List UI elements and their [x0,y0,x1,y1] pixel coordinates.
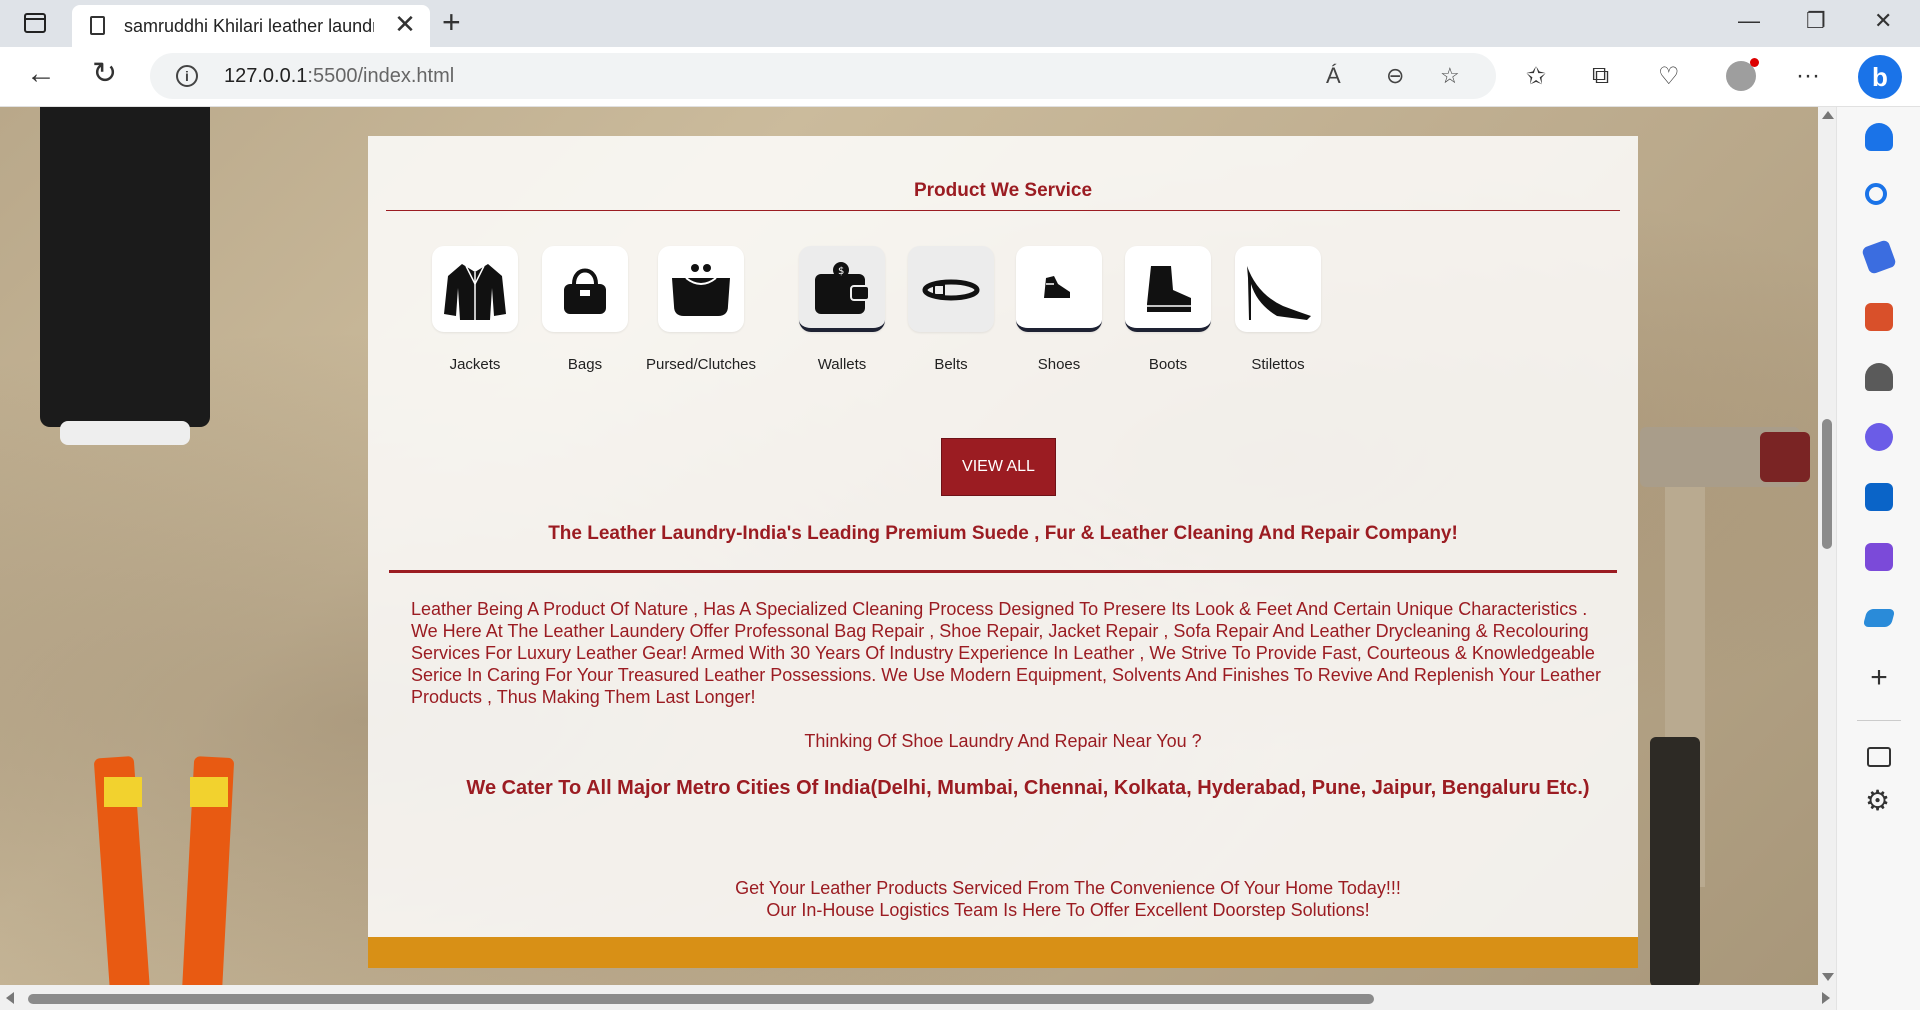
more-menu-icon[interactable]: ··· [1796,62,1820,90]
content-card: Product We Service Jackets Bags Pursed/C… [368,136,1638,968]
search-icon[interactable] [1865,183,1887,205]
add-sidebar-app-icon[interactable]: + [1865,663,1893,693]
page-icon [90,16,105,35]
bing-copilot-icon[interactable]: b [1858,55,1902,99]
performance-icon[interactable]: ♡ [1658,62,1680,91]
scroll-down-icon[interactable] [1822,973,1834,981]
sidebar-panel-icon[interactable] [1867,747,1891,767]
favorites-icon[interactable]: ✩ [1526,62,1546,91]
new-tab-button[interactable]: + [442,6,461,38]
about-paragraph: Leather Being A Product Of Nature , Has … [411,599,1602,707]
send-icon[interactable] [1862,609,1896,627]
browser-tab[interactable]: samruddhi Khilari leather laundry ✕ [72,5,430,47]
settings-gear-icon[interactable]: ⚙ [1865,787,1890,815]
outlook-icon[interactable] [1865,483,1893,511]
shopping-tag-icon[interactable] [1861,239,1897,275]
product-item-stilettos[interactable]: Stilettos [1198,246,1358,373]
closing-text: Get Your Leather Products Serviced From … [568,877,1568,921]
divider [386,210,1620,211]
address-toolbar: ← ↻ i 127.0.0.1:5500/index.html Á ⊖ ☆ ✩… [0,47,1920,107]
tab-title: samruddhi Khilari leather laundry [124,16,374,36]
games-icon[interactable] [1865,363,1893,391]
stiletto-icon [1235,246,1321,332]
url-text[interactable]: 127.0.0.1:5500/index.html [224,65,454,88]
notification-bell-icon[interactable] [1865,123,1893,151]
office-icon[interactable] [1865,423,1893,451]
restore-button[interactable]: ❐ [1806,8,1826,34]
view-all-button[interactable]: VIEW ALL [941,438,1056,496]
site-info-icon[interactable]: i [176,65,198,87]
favorite-star-icon[interactable]: ☆ [1440,63,1460,89]
refresh-icon[interactable]: ↻ [92,59,117,89]
scroll-thumb[interactable] [1822,419,1832,549]
scroll-left-icon[interactable] [6,992,14,1004]
divider [389,570,1617,573]
tab-actions-icon[interactable] [24,13,46,33]
close-window-button[interactable]: ✕ [1874,8,1892,34]
company-headline: The Leather Laundry-India's Leading Prem… [548,523,1458,544]
browser-tab-bar: samruddhi Khilari leather laundry ✕ + — … [0,0,1920,47]
zoom-out-icon[interactable]: ⊖ [1386,63,1404,89]
tools-icon[interactable] [1865,303,1893,331]
collections-icon[interactable]: ⧉ [1592,62,1609,90]
footer-bar [368,937,1638,968]
designer-icon[interactable] [1865,543,1893,571]
thread-spool-graphic [40,107,210,445]
plier-grip-graphic [104,777,142,807]
edge-sidebar: + ⚙ [1836,107,1920,1010]
page-viewport: Product We Service Jackets Bags Pursed/C… [0,107,1818,985]
product-label: Stilettos [1251,356,1305,373]
back-arrow-icon[interactable]: ← [26,59,56,89]
sidebar-divider [1857,720,1901,721]
purse-icon [658,246,744,332]
read-aloud-icon[interactable]: Á [1326,63,1341,89]
bag-icon [542,246,628,332]
svg-text:$: $ [838,266,844,277]
tool-graphic [1650,737,1700,985]
section-title: Product We Service [913,180,1093,201]
profile-avatar[interactable] [1726,58,1759,91]
tab-close-icon[interactable]: ✕ [392,11,418,37]
hammer-red-graphic [1760,432,1810,482]
minimize-button[interactable]: — [1738,8,1760,34]
question-text: Thinking Of Shoe Laundry And Repair Near… [804,731,1202,751]
scroll-thumb[interactable] [28,994,1374,1004]
vertical-scrollbar[interactable] [1818,107,1836,985]
cities-text: We Cater To All Major Metro Cities Of In… [466,777,1590,799]
address-bar[interactable]: i 127.0.0.1:5500/index.html Á ⊖ ☆ [150,53,1496,99]
product-label: Pursed/Clutches [645,356,757,373]
product-list: Jackets Bags Pursed/Clutches $ Wallets B… [368,246,1638,396]
horizontal-scrollbar[interactable] [0,985,1836,1010]
plier-grip-graphic [190,777,228,807]
closing-line-1: Get Your Leather Products Serviced From … [735,878,1401,898]
closing-line-2: Our In-House Logistics Team Is Here To O… [766,900,1370,920]
scroll-right-icon[interactable] [1822,992,1830,1004]
product-item-purses[interactable]: Pursed/Clutches [621,246,781,373]
scroll-up-icon[interactable] [1822,111,1834,119]
